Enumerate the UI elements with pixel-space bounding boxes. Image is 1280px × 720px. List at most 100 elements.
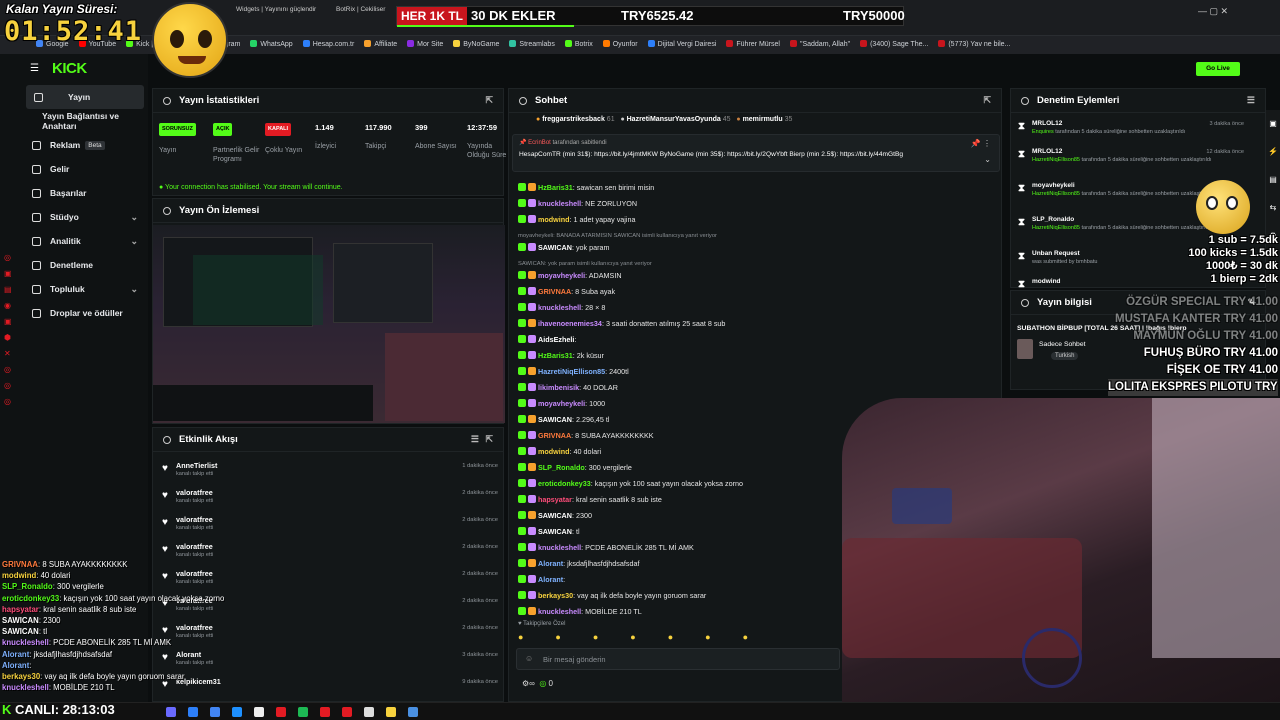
chat-message[interactable]: SAWICAN: tl (518, 527, 580, 536)
moderation-user[interactable]: MRLOL12 (1032, 148, 1062, 155)
chat-username[interactable]: knuckleshell (538, 199, 581, 208)
emote-row[interactable]: ●●●●●●● (518, 632, 840, 644)
chat-message[interactable]: knuckleshell: MOBİLDE 210 TL (518, 607, 642, 616)
sidebar-item[interactable]: Yayın (26, 85, 144, 109)
chat-username[interactable]: GRIVNAA (538, 431, 571, 440)
chat-message[interactable]: HzBaris31: 2k küsur (518, 351, 604, 360)
moderation-row[interactable]: ⧗ MRLOL12 Enquires tarafından 5 dakika sür… (1016, 120, 1248, 150)
chat-username[interactable]: SLP_Ronaldo (538, 463, 585, 472)
chat-username[interactable]: ihavenoenemies34 (538, 319, 602, 328)
moderation-by[interactable]: HazretiNiqEllison85 (1032, 191, 1080, 197)
chat-message[interactable]: SLP_Ronaldo: 300 vergilerle (518, 463, 632, 472)
bookmark-link[interactable]: (3400) Sage The... (860, 36, 928, 54)
chat-input[interactable]: ☺ Bir mesaj gönderin (516, 648, 840, 670)
event-user[interactable]: valoratfree (176, 515, 213, 524)
chat-username[interactable]: Alorant (538, 559, 563, 568)
chat-username[interactable]: knuckleshell (538, 543, 581, 552)
sidebar-item[interactable]: Reklam Beta (0, 133, 148, 157)
window-controls[interactable]: — ▢ ✕ (1198, 6, 1228, 17)
bookmark-link[interactable]: Oyunfor (602, 36, 638, 54)
chat-message[interactable]: knuckleshell: 28 × 8 (518, 303, 605, 312)
chevron-down-icon[interactable]: ⌄ (130, 236, 138, 247)
chat-message[interactable]: modwind: 40 dolari (518, 447, 601, 456)
chat-message[interactable]: hapsyatar: kral senin saatlik 8 sub iste (518, 495, 662, 504)
category-name[interactable]: Sadece Sohbet (1039, 341, 1085, 348)
chat-message[interactable]: SAWICAN: yok param (518, 243, 610, 252)
chat-username[interactable]: knuckleshell (538, 303, 581, 312)
taskbar-app-icon[interactable] (166, 707, 176, 717)
chat-username[interactable]: GRIVNAA (538, 287, 571, 296)
chat-username[interactable]: HzBaris31 (538, 351, 573, 360)
chat-username[interactable]: SAWICAN (538, 415, 572, 424)
chat-message[interactable]: eroticdonkey33: kaçışın yok 100 saat yay… (518, 479, 743, 488)
moderation-user[interactable]: SLP_Ronaldo (1032, 216, 1074, 223)
chat-message[interactable]: SAWICAN: 2.296,45 tl (518, 415, 610, 424)
filter-icon[interactable]: ☰ (471, 434, 479, 445)
chat-username[interactable]: likimbenisik (538, 383, 579, 392)
chat-username[interactable]: SAWICAN (538, 243, 572, 252)
chat-username[interactable]: moyavheykeli (538, 271, 585, 280)
chat-message[interactable]: likimbenisik: 40 DOLAR (518, 383, 618, 392)
bookmark-link[interactable]: Botrix (564, 36, 593, 54)
browser-tab[interactable]: Widgets | Yayınını güçlendir (236, 6, 316, 13)
bookmark-link[interactable]: "Saddam, Allah" (789, 36, 850, 54)
moderation-user[interactable]: modwind (1032, 278, 1061, 285)
bookmark-link[interactable]: Mor Site (407, 36, 443, 54)
moderation-by[interactable]: Enquires (1032, 129, 1054, 135)
popout-icon[interactable]: ⇱ (485, 434, 493, 445)
chevron-down-icon[interactable]: ⌄ (984, 155, 991, 164)
sidebar-item[interactable]: Gelir (0, 157, 148, 181)
chat-username[interactable]: Alorant (538, 575, 563, 584)
sidebar-item[interactable]: Topluluk ⌄ (0, 277, 148, 301)
bookmark-link[interactable]: (5773) Yav ne bile... (938, 36, 1010, 54)
bookmark-link[interactable]: Streamlabs (509, 36, 555, 54)
chat-username[interactable]: moyavheykeli (538, 399, 585, 408)
event-user[interactable]: AnneTierlist (176, 461, 217, 470)
chat-username[interactable]: berkays30 (538, 591, 573, 600)
chat-username[interactable]: SAWICAN (538, 527, 572, 536)
taskbar-app-icon[interactable] (210, 707, 220, 717)
points-icon[interactable]: ◎ (539, 679, 546, 688)
popout-icon[interactable]: ⇱ (485, 95, 493, 106)
chat-message[interactable]: berkays30: vay aq ilk defa boyle yayın g… (518, 591, 706, 600)
moderation-by[interactable]: HazretiNiqEllison85 (1032, 225, 1080, 231)
event-row[interactable]: ♥ valoratfree kanalı takip etti 2 dakika ön… (160, 512, 500, 538)
chat-message[interactable]: HzBaris31: sawican sen birimi misin (518, 183, 654, 192)
gifter-name[interactable]: HazretiMansurYavasOyunda (627, 116, 721, 123)
browser-tab[interactable]: BotRix | Cekiliser (336, 6, 385, 13)
chat-message[interactable]: HazretiNiqEllison85: 2400tl (518, 367, 629, 376)
kick-logo[interactable]: KICK (52, 60, 87, 77)
bookmark-link[interactable]: Führer Mürsel (726, 36, 780, 54)
chevron-down-icon[interactable]: ⌄ (130, 212, 138, 223)
taskbar-app-icon[interactable] (320, 707, 330, 717)
chat-message[interactable]: knuckleshell: PCDE ABONELİK 285 TL Mİ AM… (518, 543, 694, 552)
filter-icon[interactable]: ☰ (1247, 95, 1255, 106)
chevron-down-icon[interactable]: ⌄ (130, 284, 138, 295)
chat-username[interactable]: AidsEzheli (538, 335, 574, 344)
chat-username[interactable]: hapsyatar (538, 495, 572, 504)
smiley-icon[interactable]: ☺ (525, 654, 533, 663)
chat-message[interactable]: SAWICAN: 2300 (518, 511, 592, 520)
event-user[interactable]: valoratfree (176, 542, 213, 551)
chat-message[interactable]: AidsEzheli: (518, 335, 576, 344)
chat-message[interactable]: GRIVNAA: 8 Suba ayak (518, 287, 615, 296)
bookmark-link[interactable]: Hesap.com.tr (302, 36, 354, 54)
taskbar-app-icon[interactable] (188, 707, 198, 717)
sidebar-item[interactable]: Denetleme (0, 253, 148, 277)
popout-icon[interactable]: ⇱ (983, 95, 991, 106)
tag-chip[interactable]: Turkish (1051, 352, 1079, 360)
moderation-row[interactable]: ⧗ MRLOL12 HazretiNiqEllison85 tarafından 5… (1016, 148, 1248, 178)
chat-message[interactable]: GRIVNAA: 8 SUBA AYAKKKKKKKK (518, 431, 654, 440)
moderation-by[interactable]: HazretiNiqEllison85 (1032, 157, 1080, 163)
chat-message[interactable]: ihavenoenemies34: 3 saati donatten atılm… (518, 319, 725, 328)
event-row[interactable]: ♥ AnneTierlist kanalı takip etti 1 dakika ö… (160, 458, 500, 484)
chat-message[interactable]: modwind: 1 adet yapay vajina (518, 215, 635, 224)
taskbar-app-icon[interactable] (298, 707, 308, 717)
sidebar-item[interactable]: Droplar ve ödüller (0, 301, 148, 325)
preview-video[interactable] (153, 225, 505, 423)
pin-icon[interactable]: 📌 ⋮ (971, 139, 991, 148)
taskbar-app-icon[interactable] (276, 707, 286, 717)
sidebar-item[interactable]: Analitik ⌄ (0, 229, 148, 253)
settings-icon[interactable]: ⚙∞ (522, 679, 535, 688)
event-row[interactable]: ♥ valoratfree kanalı takip etti 2 dakika ön… (160, 485, 500, 511)
